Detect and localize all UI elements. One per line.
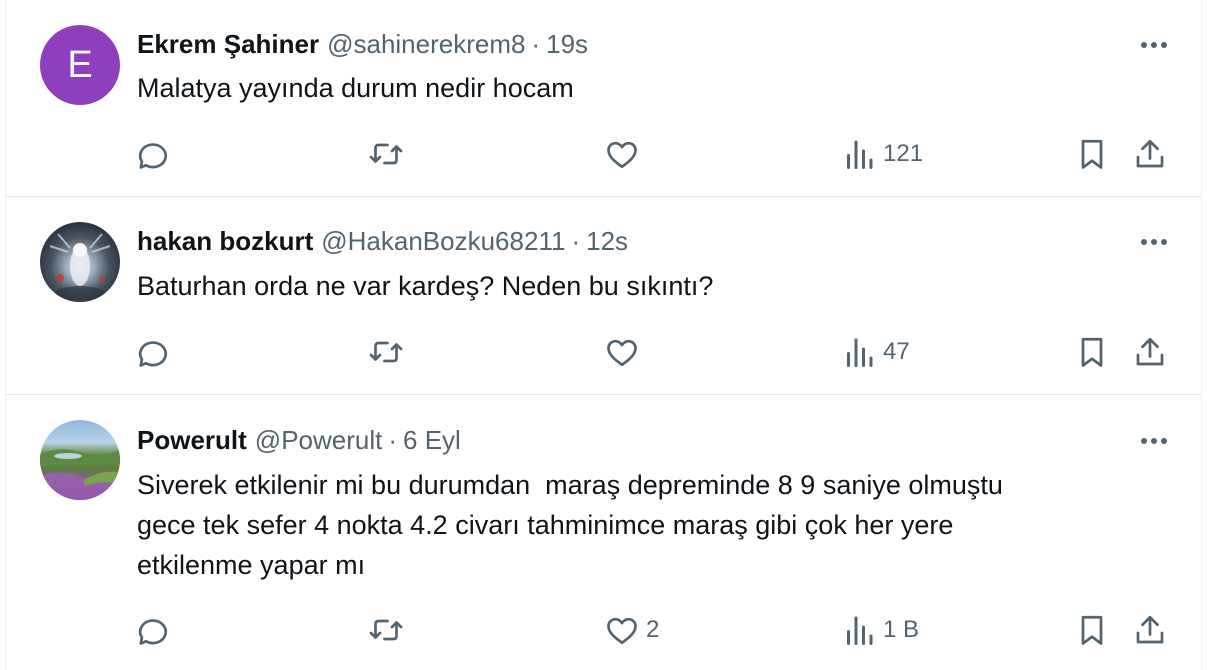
like-button[interactable]: 2	[604, 610, 659, 650]
reply-button[interactable]	[134, 134, 170, 174]
avatar-image	[49, 233, 111, 302]
views-count: 121	[883, 140, 924, 167]
separator-dot: ·	[571, 225, 581, 256]
share-button[interactable]	[1132, 134, 1168, 174]
tweet[interactable]: Powerult @Powerult · 6 Eyl Siverek etkil…	[6, 395, 1201, 670]
display-name[interactable]: Ekrem Şahiner	[137, 29, 319, 60]
like-icon	[607, 339, 637, 367]
tweet-text-line: Siverek etkilenir mi bu durumdan maraş d…	[137, 470, 1003, 500]
more-icon	[1141, 42, 1167, 48]
bookmark-icon	[1081, 337, 1103, 367]
bookmark-icon	[1081, 139, 1103, 169]
like-button[interactable]	[604, 332, 646, 372]
tweet-text: Siverek etkilenir mi bu durumdan maraş d…	[137, 465, 1157, 585]
tweet-text: Baturhan orda ne var kardeş? Neden bu sı…	[137, 271, 714, 301]
tweet-actions: 121	[6, 134, 1201, 174]
like-icon	[607, 617, 637, 645]
like-button[interactable]	[604, 134, 646, 174]
like-icon	[607, 141, 637, 169]
retweet-button[interactable]	[368, 134, 404, 174]
more-options-button[interactable]	[1137, 429, 1171, 453]
tweet[interactable]: hakan bozkurt @HakanBozku68211 · 12s Bat…	[6, 197, 1201, 395]
share-button[interactable]	[1132, 332, 1168, 372]
user-handle[interactable]: @sahinerekrem8	[327, 29, 525, 60]
more-options-button[interactable]	[1137, 33, 1171, 57]
retweet-icon	[369, 341, 403, 363]
share-icon	[1136, 615, 1164, 644]
views-icon	[847, 140, 873, 169]
tweet-header: hakan bozkurt @HakanBozku68211 · 12s	[137, 225, 628, 257]
bookmark-button[interactable]	[1074, 134, 1110, 174]
separator-dot: ·	[388, 424, 398, 455]
like-count: 2	[646, 616, 660, 643]
avatar[interactable]: E	[40, 25, 120, 105]
display-name[interactable]: Powerult	[137, 425, 247, 456]
views-button[interactable]: 1 B	[841, 610, 919, 650]
views-count: 1 B	[883, 616, 920, 643]
reply-icon	[138, 143, 168, 169]
user-handle[interactable]: @Powerult	[255, 425, 383, 456]
retweet-button[interactable]	[368, 610, 404, 650]
tweet[interactable]: E Ekrem Şahiner @sahinerekrem8 · 19s Mal…	[6, 0, 1201, 197]
more-options-button[interactable]	[1137, 230, 1171, 254]
tweet-actions: 47	[6, 332, 1201, 372]
more-icon	[1141, 438, 1167, 444]
reply-button[interactable]	[134, 610, 170, 650]
share-icon	[1136, 337, 1164, 366]
timestamp[interactable]: 6 Eyl	[403, 425, 461, 456]
views-button[interactable]: 121	[841, 134, 923, 174]
timestamp[interactable]: 19s	[546, 29, 588, 60]
tweet-text-line: gece tek sefer 4 nokta 4.2 civarı tahmin…	[137, 510, 954, 540]
retweet-icon	[369, 619, 403, 641]
reply-icon	[138, 341, 168, 367]
reply-button[interactable]	[134, 332, 170, 372]
timeline: E Ekrem Şahiner @sahinerekrem8 · 19s Mal…	[5, 0, 1202, 670]
views-count: 47	[883, 338, 910, 365]
display-name[interactable]: hakan bozkurt	[137, 226, 313, 257]
separator-dot: ·	[531, 28, 541, 59]
bookmark-icon	[1081, 615, 1103, 645]
tweet-header: Powerult @Powerult · 6 Eyl	[137, 424, 461, 456]
reply-icon	[138, 619, 168, 645]
share-button[interactable]	[1132, 610, 1168, 650]
views-button[interactable]: 47	[841, 332, 910, 372]
avatar[interactable]	[40, 420, 120, 500]
views-icon	[847, 616, 873, 645]
bookmark-button[interactable]	[1074, 332, 1110, 372]
avatar-image	[40, 449, 120, 500]
tweet-text: Malatya yayında durum nedir hocam	[137, 73, 574, 103]
tweet-header: Ekrem Şahiner @sahinerekrem8 · 19s	[137, 28, 588, 60]
views-icon	[847, 338, 873, 367]
tweet-text-line: etkilenme yapar mı	[137, 550, 366, 580]
tweet-actions: 2 1 B	[6, 610, 1201, 650]
bookmark-button[interactable]	[1074, 610, 1110, 650]
avatar-letter: E	[67, 43, 93, 86]
retweet-button[interactable]	[368, 332, 404, 372]
retweet-icon	[369, 143, 403, 165]
avatar[interactable]	[40, 222, 120, 302]
more-icon	[1141, 239, 1167, 245]
user-handle[interactable]: @HakanBozku68211	[321, 226, 565, 257]
timestamp[interactable]: 12s	[586, 226, 628, 257]
share-icon	[1136, 139, 1164, 168]
